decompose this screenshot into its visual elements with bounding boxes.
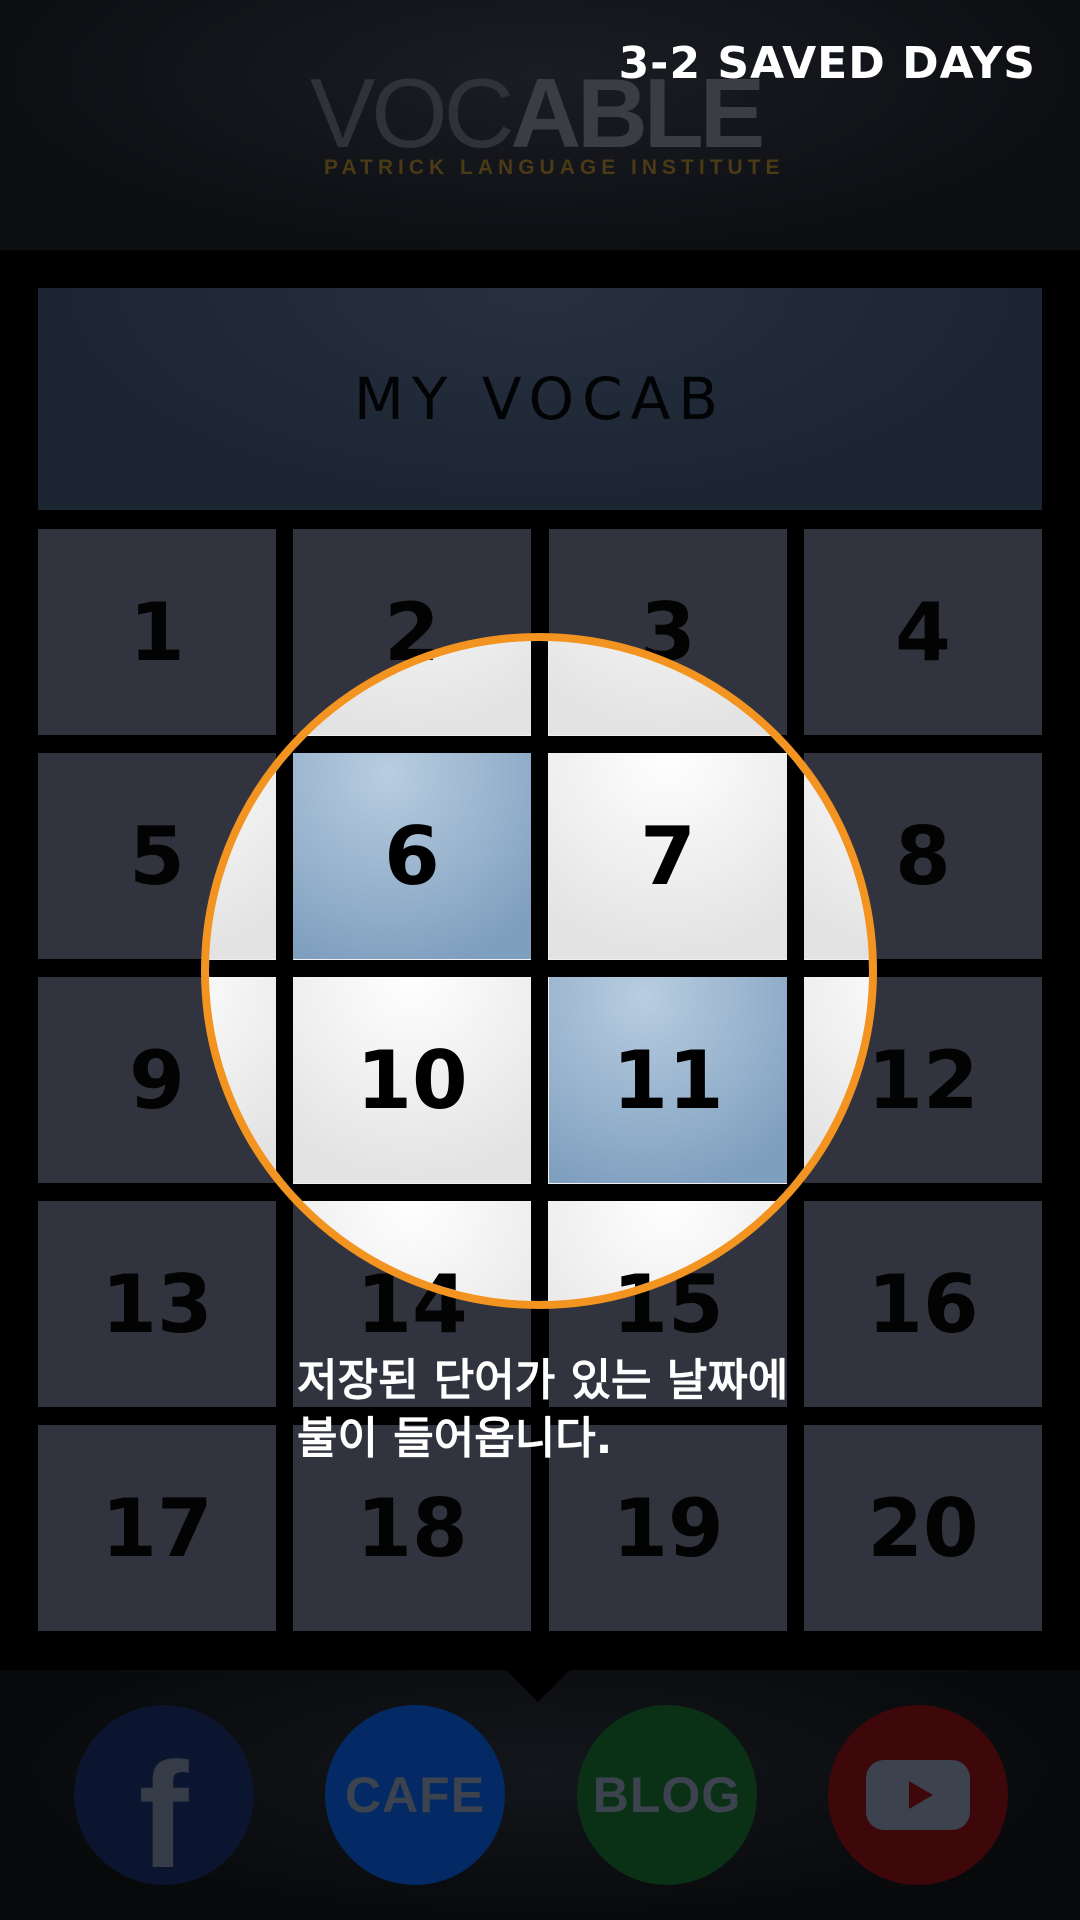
cafe-icon: CAFE [344,1767,486,1823]
spotlight-day-2[interactable]: 2 [293,641,531,735]
youtube-button[interactable] [828,1705,1008,1885]
spotlight-day-9[interactable]: 9 [209,977,276,1183]
facebook-icon: f [138,1730,190,1886]
day-cell-13[interactable]: 13 [38,1201,276,1407]
grid-divider [209,736,869,753]
grid-divider [209,1184,869,1201]
tutorial-tooltip: 저장된 단어가 있는 날짜에 불이 들어옵니다. [297,1352,788,1468]
spotlight-day-15[interactable]: 15 [549,1201,787,1301]
spotlight-day-11[interactable]: 11 [549,977,787,1183]
day-cell-4[interactable]: 4 [804,529,1042,735]
facebook-button[interactable]: f [74,1705,254,1885]
tutorial-spotlight: 23 5678 9101112 1415 [201,633,877,1309]
logo-wordmark-light: VOC [310,58,514,168]
spotlight-day-7[interactable]: 7 [549,753,787,959]
spotlight-day-5[interactable]: 5 [209,753,276,959]
spotlight-day-6[interactable]: 6 [293,753,531,959]
my-vocab-title: MY VOCAB [353,365,727,433]
logo-subtitle: PATRICK LANGUAGE INSTITUTE [324,156,785,179]
youtube-icon [866,1760,970,1830]
blog-button[interactable]: BLOG [577,1705,757,1885]
app-header: VOCABLE PATRICK LANGUAGE INSTITUTE 3-2 S… [0,0,1080,250]
spotlight-day-8[interactable]: 8 [804,753,869,959]
my-vocab-button[interactable]: MY VOCAB [38,288,1042,510]
blog-icon: BLOG [592,1767,742,1823]
spotlight-day-14[interactable]: 14 [293,1201,531,1301]
cafe-button[interactable]: CAFE [325,1705,505,1885]
day-cell-17[interactable]: 17 [38,1425,276,1631]
day-cell-16[interactable]: 16 [804,1201,1042,1407]
tooltip-line-2: 불이 들어옵니다. [297,1413,613,1464]
footer-notch [504,1668,572,1702]
spotlight-day-3[interactable]: 3 [549,641,787,735]
day-cell-1[interactable]: 1 [38,529,276,735]
saved-days-label: 3-2 SAVED DAYS [618,38,1036,89]
grid-divider [209,960,869,977]
tooltip-line-1: 저장된 단어가 있는 날짜에 [297,1355,789,1406]
day-cell-20[interactable]: 20 [804,1425,1042,1631]
spotlight-day-10[interactable]: 10 [293,977,531,1183]
spotlight-day-12[interactable]: 12 [804,977,869,1183]
